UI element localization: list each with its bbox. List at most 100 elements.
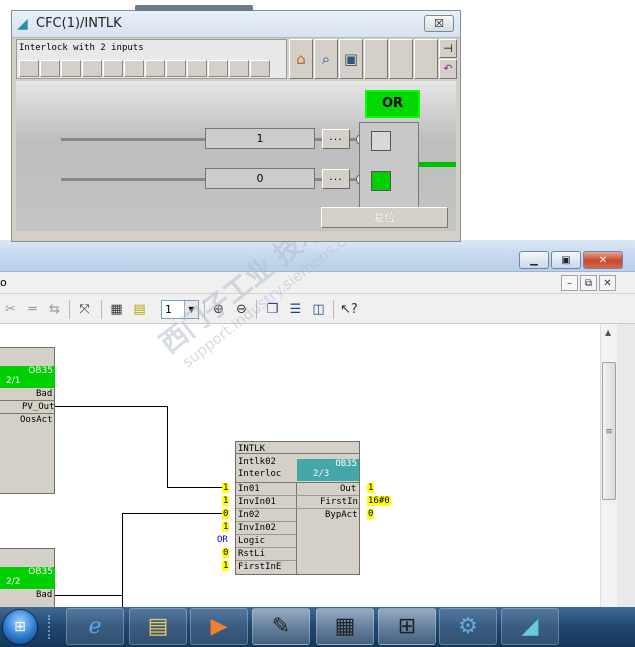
status-cell — [229, 60, 249, 77]
media-player-icon[interactable]: ▶ — [190, 608, 248, 645]
input2-dots-button[interactable]: ... — [322, 169, 350, 189]
row-divider — [236, 534, 296, 535]
mdi-restore-button[interactable]: ⧉ — [580, 275, 597, 291]
pin-bad[interactable]: Bad — [36, 389, 52, 399]
intlk-function-block[interactable]: INTLK Intlk02 Interloc OB35 2/3 In01 Inv… — [235, 441, 360, 575]
empty-toolbar-slot — [364, 39, 388, 79]
row-divider — [236, 560, 296, 561]
sequence-label: 2/3 — [313, 469, 330, 479]
connect-icon[interactable]: ⇆ — [46, 301, 63, 318]
device-icon[interactable]: ▣ — [339, 39, 363, 79]
dialog-titlebar: ◢ CFC(1)/INTLK ☒ — [12, 11, 460, 38]
connection-wire — [167, 406, 168, 487]
mdi-close-button[interactable]: ✕ — [599, 275, 616, 291]
io-divider — [236, 482, 359, 483]
back-icon[interactable]: ↶ — [439, 59, 457, 79]
pin-bad[interactable]: Bad — [36, 590, 52, 600]
output-pin-firstin[interactable]: FirstIn — [320, 497, 358, 507]
value-invin02: 1 — [222, 522, 230, 532]
input-pin-in01[interactable]: In01 — [238, 484, 260, 494]
input-pin-rstli[interactable]: RstLi — [238, 549, 265, 559]
file-explorer-icon[interactable]: ▤ — [129, 608, 187, 645]
scroll-thumb[interactable]: ≡ — [602, 362, 616, 500]
input1-dots-button[interactable]: ... — [322, 129, 350, 149]
status-cell — [82, 60, 102, 77]
empty-toolbar-slot — [389, 39, 413, 79]
sheet-icon[interactable]: ▤ — [131, 301, 148, 318]
value-rstli: 0 — [222, 548, 230, 558]
cfc-editor-window: ▁ ▣ ✕ o – ⧉ ✕ ✂ ═ ⇆ ⤧ ▦ ▤ 1 ▼ ⊕ ⊖ ❐ ☰ ◫ … — [0, 240, 635, 607]
simatic-manager-taskbar-icon[interactable]: ▦ — [316, 608, 374, 645]
block-runtime-label: OB35 2/3 — [297, 459, 359, 481]
pin-pv-out[interactable]: PV_Out — [22, 402, 55, 412]
input-pin-in02[interactable]: In02 — [238, 510, 260, 520]
output-signal-line — [419, 162, 456, 167]
status-cell — [250, 60, 270, 77]
close-button[interactable]: ✕ — [583, 251, 623, 269]
tile-vertical-icon[interactable]: ◫ — [310, 301, 327, 318]
input1-value-field[interactable]: 1 — [205, 128, 315, 149]
hardware-config-taskbar-icon[interactable]: ⊞ — [378, 608, 436, 645]
row-divider — [236, 495, 359, 496]
maximize-button[interactable]: ▣ — [551, 251, 581, 269]
fit-view-icon[interactable]: ⤧ — [76, 301, 93, 318]
pin-divider — [0, 400, 55, 401]
internet-explorer-icon[interactable]: ℯ — [66, 608, 124, 645]
block-comment-text: Interlock with 2 inputs — [19, 43, 144, 53]
help-icon[interactable]: ↖? — [340, 301, 358, 318]
mdi-minimize-button[interactable]: – — [561, 275, 578, 291]
status-cell — [61, 60, 81, 77]
tile-horizontal-icon[interactable]: ☰ — [287, 301, 304, 318]
input2-value-field[interactable]: 0 — [205, 168, 315, 189]
output-pin-out[interactable]: Out — [340, 484, 356, 494]
input-pin-invin02[interactable]: InvIn02 — [238, 523, 276, 533]
cut-icon[interactable]: ✂ — [2, 301, 19, 318]
wincc-config-icon[interactable]: ⚙ — [439, 608, 497, 645]
wincc-runtime-icon[interactable]: ◢ — [501, 608, 559, 645]
connection-wire — [55, 406, 167, 407]
or-gate-label: OR — [365, 90, 420, 118]
app-logo-icon: ◢ — [17, 16, 28, 32]
input-pin-firstine[interactable]: FirstInE — [238, 562, 281, 572]
connection-wire — [122, 513, 123, 607]
status-cell — [40, 60, 60, 77]
input1-state-indicator — [371, 131, 391, 151]
faceplate-view: 1 ... 0 ... OR 复位 — [16, 81, 456, 231]
ob-label: OB35 — [28, 567, 53, 577]
signal-line — [61, 138, 206, 141]
home-icon[interactable]: ⌂ — [289, 39, 313, 79]
intlk-faceplate-dialog: ◢ CFC(1)/INTLK ☒ Interlock with 2 inputs… — [11, 10, 461, 242]
align-icon[interactable]: ═ — [24, 301, 41, 318]
chart-canvas[interactable]: OB35 2/1 Bad PV_Out OosAct OB35 2/2 Bad … — [0, 324, 600, 607]
cfc-editor-taskbar-icon[interactable]: ✎ — [252, 608, 310, 645]
editor-title-fragment: o — [0, 276, 7, 289]
output-pin-bypact[interactable]: BypAct — [325, 510, 358, 520]
grid-icon[interactable]: ▦ — [108, 301, 125, 318]
pin-icon[interactable]: ⊣ — [439, 39, 457, 58]
value-firstin: 16#0 — [367, 496, 391, 506]
taskbar-grip — [48, 615, 54, 639]
block-comment: Interloc — [238, 469, 282, 479]
empty-toolbar-slot — [414, 39, 438, 79]
minimize-button[interactable]: ▁ — [519, 251, 549, 269]
row-divider — [236, 508, 359, 509]
scroll-up-icon[interactable]: ▲ — [605, 328, 611, 337]
comment-panel: Interlock with 2 inputs — [16, 39, 287, 79]
dialog-title: CFC(1)/INTLK — [36, 16, 122, 31]
status-cell — [187, 60, 207, 77]
ob-label: OB35 — [28, 366, 53, 376]
start-button[interactable]: ⊞ — [2, 609, 38, 645]
signal-line — [61, 178, 206, 181]
pin-oosact[interactable]: OosAct — [20, 415, 53, 425]
row-divider — [236, 521, 296, 522]
value-invin01: 1 — [222, 496, 230, 506]
reset-button[interactable]: 复位 — [321, 207, 448, 228]
vertical-scrollbar[interactable]: ▲ ≡ — [600, 324, 617, 607]
connection-wire — [167, 487, 227, 488]
value-in01: 1 — [222, 483, 230, 493]
input-pin-invin01[interactable]: InvIn01 — [238, 497, 276, 507]
dialog-close-button[interactable]: ☒ — [424, 15, 454, 32]
search-icon[interactable]: ⌕ — [314, 39, 338, 79]
value-out: 1 — [367, 483, 375, 493]
input-pin-logic[interactable]: Logic — [238, 536, 265, 546]
